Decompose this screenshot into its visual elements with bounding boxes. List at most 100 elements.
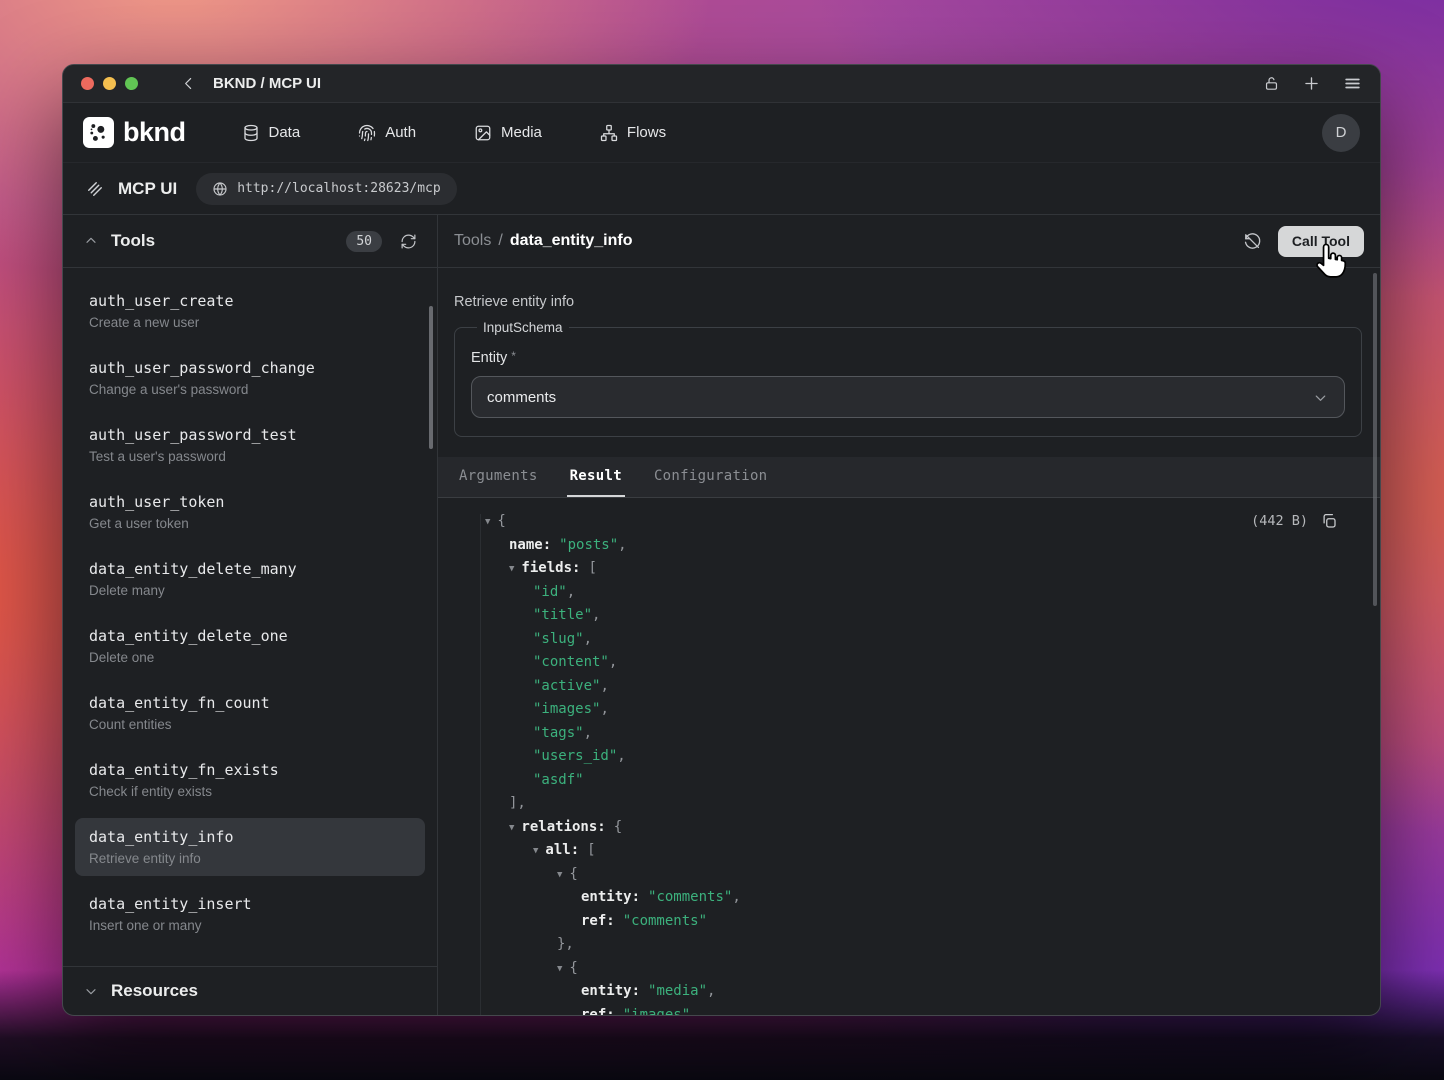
tool-name: auth_user_password_change (89, 359, 411, 377)
json-punct: , (592, 607, 600, 623)
menu-icon (1343, 74, 1362, 93)
entity-select[interactable]: comments (471, 376, 1345, 418)
bknd-logo[interactable]: bknd (83, 117, 186, 148)
app-navbar: bknd Data Auth Media Flows D (63, 103, 1380, 163)
sidebar-item-auth_user_password_change[interactable]: auth_user_password_changeChange a user's… (75, 349, 425, 407)
window-minimize-button[interactable] (103, 77, 116, 90)
json-line: ▼ relations: { (485, 816, 1346, 840)
json-string: "content" (533, 654, 609, 670)
refresh-tools-button[interactable] (400, 233, 417, 250)
json-line: "users_id", (485, 745, 1346, 769)
sidebar-item-data_entity_fn_count[interactable]: data_entity_fn_count Count entities (75, 684, 425, 742)
bknd-logo-icon (83, 117, 114, 148)
breadcrumb-parent[interactable]: Tools (454, 232, 491, 250)
history-off-button[interactable] (1243, 232, 1262, 251)
tab-result[interactable]: Result (567, 457, 625, 497)
tool-description: Count entities (89, 717, 411, 732)
json-string: "users_id" (533, 748, 617, 764)
primary-nav: Data Auth Media Flows (242, 124, 667, 142)
history-off-icon (1243, 232, 1262, 251)
json-line: ▼{ (485, 510, 1346, 534)
nav-item-flows[interactable]: Flows (600, 124, 666, 142)
tool-name: data_entity_fn_count (89, 694, 411, 712)
tool-name: data_entity_delete_many (89, 560, 411, 578)
endpoint-url-pill[interactable]: http://localhost:28623/mcp (196, 173, 457, 205)
json-line: }, (485, 933, 1346, 957)
json-punct: { (569, 960, 577, 976)
nav-item-data[interactable]: Data (242, 124, 301, 142)
collapse-tools-button[interactable] (83, 233, 99, 249)
sidebar-item-auth_user_create[interactable]: auth_user_createCreate a new user (75, 282, 425, 340)
sidebar-item-auth_user_password_test[interactable]: auth_user_password_testTest a user's pas… (75, 416, 425, 474)
network-icon (600, 124, 618, 142)
json-line: ▼all:[ (485, 839, 1346, 863)
sidebar-scrollbar[interactable] (429, 306, 433, 449)
input-schema-fieldset: InputSchema Entity* comments (454, 320, 1362, 437)
json-string: "comments" (648, 889, 732, 905)
sidebar-item-data_entity_delete_many[interactable]: data_entity_delete_many Delete many (75, 550, 425, 608)
result-size: (442 B) (1251, 513, 1308, 529)
menu-button[interactable] (1343, 74, 1362, 93)
tab-configuration[interactable]: Configuration (651, 457, 770, 497)
json-key: relations: (521, 819, 605, 835)
json-tree: ▼{name:"posts",▼fields:["id","title","sl… (485, 510, 1346, 1015)
back-button[interactable] (180, 75, 197, 92)
tool-description: Test a user's password (89, 449, 411, 464)
sidebar-item-data_entity_delete_one[interactable]: data_entity_delete_oneDelete one (75, 617, 425, 675)
tree-collapse-icon[interactable]: ▼ (509, 817, 514, 841)
tree-collapse-icon[interactable]: ▼ (485, 511, 490, 535)
input-schema-legend: InputSchema (477, 320, 569, 335)
json-punct: { (497, 513, 505, 529)
chevron-down-icon (83, 983, 99, 999)
window-zoom-button[interactable] (125, 77, 138, 90)
json-punct: { (614, 819, 622, 835)
json-punct: [ (588, 560, 596, 576)
sidebar-item-data_entity_insert[interactable]: data_entity_insertInsert one or many (75, 885, 425, 943)
nav-item-label: Flows (627, 124, 666, 141)
new-tab-button[interactable] (1302, 74, 1321, 93)
tool-description: Delete many (89, 583, 411, 598)
resources-section-header[interactable]: Resources (63, 966, 437, 1015)
tool-name: auth_user_token (89, 493, 411, 511)
json-line: entity:"comments", (485, 886, 1346, 910)
json-line: ▼{ (485, 957, 1346, 981)
tools-sidebar: Tools 50 auth_user_createCreate a new us… (63, 215, 438, 1015)
window-close-button[interactable] (81, 77, 94, 90)
tab-arguments[interactable]: Arguments (456, 457, 541, 497)
result-meta: (442 B) (1251, 512, 1338, 530)
json-key: entity: (581, 983, 640, 999)
tool-description: Get a user token (89, 516, 411, 531)
copy-result-button[interactable] (1320, 512, 1338, 530)
json-key: entity: (581, 889, 640, 905)
main-scrollbar[interactable] (1373, 273, 1377, 606)
desktop-background: { "titlebar": { "title": "BKND / MCP UI"… (0, 0, 1444, 1080)
nav-item-auth[interactable]: Auth (358, 124, 416, 142)
breadcrumb: Tools / data_entity_info (454, 232, 633, 250)
json-line: "asdf" (485, 769, 1346, 793)
breadcrumb-separator: / (498, 232, 502, 250)
copy-icon (1320, 512, 1338, 530)
lock-button[interactable] (1263, 75, 1280, 92)
json-punct: }, (557, 936, 574, 952)
tree-collapse-icon[interactable]: ▼ (557, 958, 562, 982)
chevron-left-icon (180, 75, 197, 92)
chevron-up-icon (83, 233, 99, 249)
sidebar-item-auth_user_token[interactable]: auth_user_token Get a user token (75, 483, 425, 541)
tree-collapse-icon[interactable]: ▼ (533, 840, 538, 864)
nav-item-media[interactable]: Media (474, 124, 542, 142)
json-line: "id", (485, 581, 1346, 605)
sidebar-item-data_entity_fn_exists[interactable]: data_entity_fn_existsCheck if entity exi… (75, 751, 425, 809)
mcp-subbar: MCP UI http://localhost:28623/mcp (63, 163, 1380, 215)
tree-collapse-icon[interactable]: ▼ (557, 864, 562, 888)
tree-collapse-icon[interactable]: ▼ (509, 558, 514, 582)
json-line: "title", (485, 604, 1346, 628)
json-key: fields: (521, 560, 580, 576)
tool-detail-panel: Tools / data_entity_info Call Tool Retri… (438, 215, 1380, 1015)
sidebar-item-data_entity_info[interactable]: data_entity_infoRetrieve entity info (75, 818, 425, 876)
call-tool-button[interactable]: Call Tool (1278, 226, 1364, 257)
tools-section-header[interactable]: Tools 50 (63, 215, 437, 268)
json-string: "images" (533, 701, 600, 717)
user-avatar[interactable]: D (1322, 114, 1360, 152)
tools-count-badge: 50 (346, 231, 382, 252)
tools-section-label: Tools (111, 231, 155, 251)
